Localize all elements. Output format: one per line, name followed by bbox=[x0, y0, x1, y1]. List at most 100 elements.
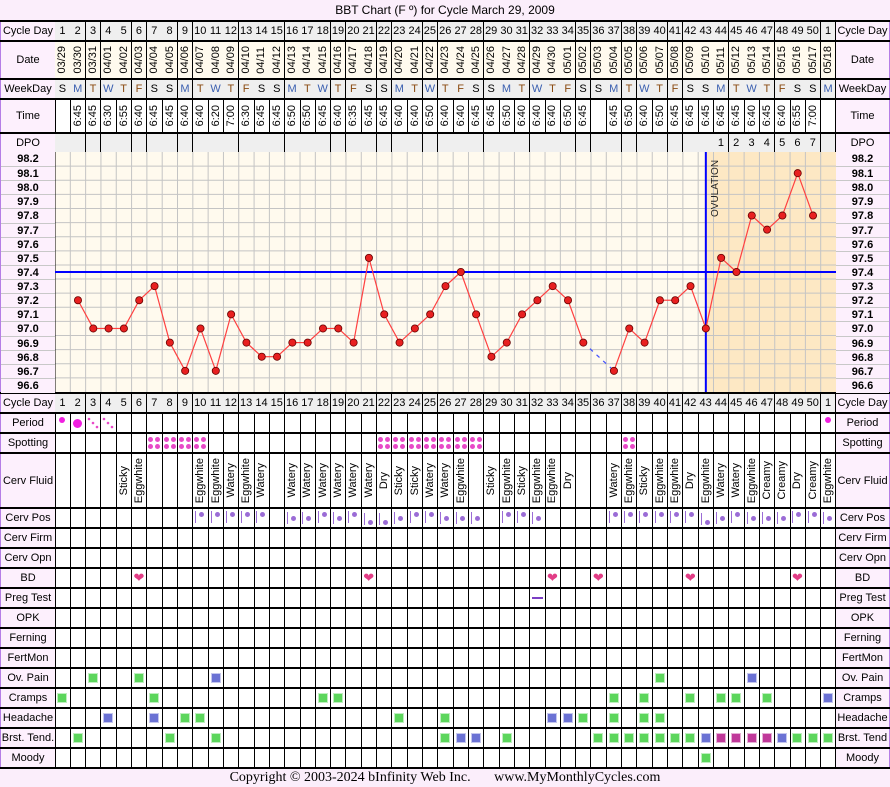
moody-cell[interactable] bbox=[744, 749, 760, 767]
bd-cell[interactable] bbox=[698, 569, 714, 587]
breast-tend-cell[interactable] bbox=[499, 729, 515, 747]
moody-cell[interactable] bbox=[821, 749, 837, 767]
breast-tend-cell[interactable] bbox=[821, 729, 837, 747]
fertmon-cell[interactable] bbox=[101, 649, 117, 667]
ferning-cell[interactable] bbox=[132, 629, 148, 647]
ferning-cell[interactable] bbox=[652, 629, 669, 647]
bd-cell[interactable]: ❤ bbox=[591, 569, 607, 587]
headache-cell[interactable] bbox=[239, 709, 255, 727]
headache-cell[interactable] bbox=[591, 709, 607, 727]
bd-cell[interactable] bbox=[269, 569, 286, 587]
preg-test-cell[interactable] bbox=[407, 589, 424, 607]
cramps-cell[interactable] bbox=[484, 689, 500, 707]
ov-pain-cell[interactable] bbox=[132, 669, 148, 687]
period-cell[interactable] bbox=[193, 414, 209, 432]
period-cell[interactable] bbox=[208, 414, 224, 432]
opk-cell[interactable] bbox=[147, 609, 163, 627]
preg-test-cell[interactable] bbox=[759, 589, 776, 607]
period-cell[interactable] bbox=[591, 414, 607, 432]
fertmon-cell[interactable] bbox=[223, 649, 240, 667]
bd-cell[interactable] bbox=[438, 569, 454, 587]
cerv-opn-cell[interactable] bbox=[499, 549, 515, 567]
spotting-cell[interactable] bbox=[361, 434, 378, 452]
cerv-firm-cell[interactable] bbox=[254, 529, 270, 547]
cramps-cell[interactable] bbox=[377, 689, 393, 707]
cerv-opn-cell[interactable] bbox=[453, 549, 469, 567]
cerv-pos-cell[interactable] bbox=[423, 509, 439, 527]
cramps-cell[interactable] bbox=[668, 689, 684, 707]
cerv-firm-cell[interactable] bbox=[453, 529, 469, 547]
breast-tend-cell[interactable] bbox=[576, 729, 592, 747]
fertmon-cell[interactable] bbox=[254, 649, 270, 667]
cerv-pos-cell[interactable] bbox=[637, 509, 653, 527]
cerv-opn-cell[interactable] bbox=[101, 549, 117, 567]
cerv-pos-cell[interactable] bbox=[361, 509, 378, 527]
preg-test-cell[interactable] bbox=[116, 589, 133, 607]
fertmon-cell[interactable] bbox=[637, 649, 653, 667]
bd-cell[interactable] bbox=[637, 569, 653, 587]
opk-cell[interactable] bbox=[453, 609, 469, 627]
ferning-cell[interactable] bbox=[499, 629, 515, 647]
spotting-cell[interactable] bbox=[484, 434, 500, 452]
bd-cell[interactable] bbox=[530, 569, 546, 587]
fertmon-cell[interactable] bbox=[239, 649, 255, 667]
cerv-pos-cell[interactable] bbox=[254, 509, 270, 527]
bd-cell[interactable] bbox=[377, 569, 393, 587]
cramps-cell[interactable] bbox=[683, 689, 699, 707]
bd-cell[interactable] bbox=[407, 569, 424, 587]
opk-cell[interactable] bbox=[683, 609, 699, 627]
cerv-pos-cell[interactable] bbox=[576, 509, 592, 527]
headache-cell[interactable] bbox=[178, 709, 194, 727]
period-cell[interactable] bbox=[484, 414, 500, 432]
headache-cell[interactable] bbox=[453, 709, 469, 727]
cramps-cell[interactable] bbox=[576, 689, 592, 707]
preg-test-cell[interactable] bbox=[178, 589, 194, 607]
cerv-pos-cell[interactable] bbox=[652, 509, 669, 527]
cerv-firm-cell[interactable] bbox=[132, 529, 148, 547]
ferning-cell[interactable] bbox=[269, 629, 286, 647]
cerv-opn-cell[interactable] bbox=[713, 549, 730, 567]
preg-test-cell[interactable] bbox=[652, 589, 669, 607]
breast-tend-cell[interactable] bbox=[55, 729, 71, 747]
cerv-firm-cell[interactable] bbox=[622, 529, 638, 547]
cramps-cell[interactable] bbox=[178, 689, 194, 707]
opk-cell[interactable] bbox=[591, 609, 607, 627]
breast-tend-cell[interactable] bbox=[622, 729, 638, 747]
cerv-opn-cell[interactable] bbox=[805, 549, 822, 567]
preg-test-cell[interactable] bbox=[70, 589, 87, 607]
cerv-firm-cell[interactable] bbox=[683, 529, 699, 547]
moody-cell[interactable] bbox=[269, 749, 286, 767]
moody-cell[interactable] bbox=[315, 749, 332, 767]
preg-test-cell[interactable] bbox=[223, 589, 240, 607]
opk-cell[interactable] bbox=[315, 609, 332, 627]
cerv-opn-cell[interactable] bbox=[821, 549, 837, 567]
headache-cell[interactable] bbox=[223, 709, 240, 727]
bd-cell[interactable] bbox=[208, 569, 224, 587]
ferning-cell[interactable] bbox=[346, 629, 362, 647]
ferning-cell[interactable] bbox=[698, 629, 714, 647]
period-cell[interactable] bbox=[652, 414, 669, 432]
ferning-cell[interactable] bbox=[775, 629, 791, 647]
cerv-firm-cell[interactable] bbox=[86, 529, 102, 547]
spotting-cell[interactable] bbox=[132, 434, 148, 452]
ferning-cell[interactable] bbox=[331, 629, 347, 647]
moody-cell[interactable] bbox=[713, 749, 730, 767]
cramps-cell[interactable] bbox=[101, 689, 117, 707]
ov-pain-cell[interactable] bbox=[637, 669, 653, 687]
preg-test-cell[interactable] bbox=[423, 589, 439, 607]
period-cell[interactable] bbox=[407, 414, 424, 432]
fertmon-cell[interactable] bbox=[744, 649, 760, 667]
ferning-cell[interactable] bbox=[407, 629, 424, 647]
cerv-firm-cell[interactable] bbox=[484, 529, 500, 547]
cerv-opn-cell[interactable] bbox=[545, 549, 561, 567]
opk-cell[interactable] bbox=[622, 609, 638, 627]
ov-pain-cell[interactable] bbox=[223, 669, 240, 687]
cerv-firm-cell[interactable] bbox=[438, 529, 454, 547]
period-cell[interactable] bbox=[147, 414, 163, 432]
preg-test-cell[interactable] bbox=[101, 589, 117, 607]
opk-cell[interactable] bbox=[606, 609, 623, 627]
cerv-pos-cell[interactable] bbox=[285, 509, 301, 527]
headache-cell[interactable] bbox=[70, 709, 87, 727]
cerv-opn-cell[interactable] bbox=[484, 549, 500, 567]
period-cell[interactable] bbox=[790, 414, 806, 432]
